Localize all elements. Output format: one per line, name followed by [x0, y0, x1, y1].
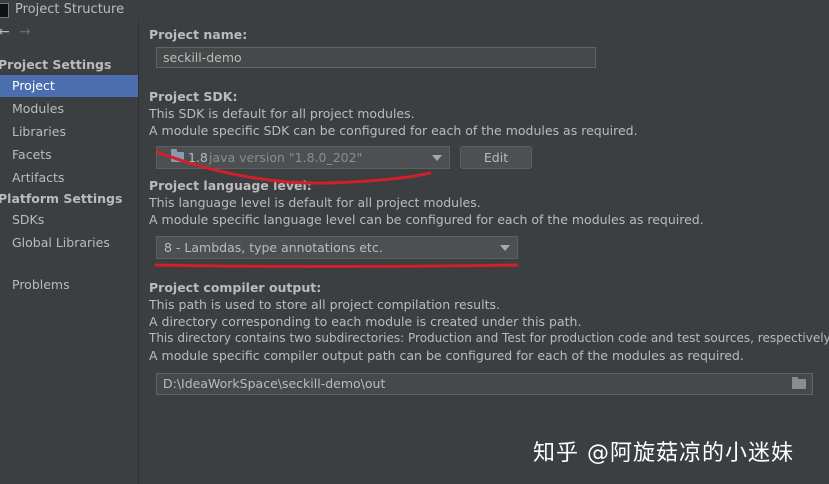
compiler-output-desc-4: A module specific compiler output path c… — [149, 348, 744, 363]
sdk-folder-icon — [171, 149, 184, 162]
compiler-output-desc-3: This directory contains two subdirectori… — [149, 331, 829, 345]
sidebar-item-label: SDKs — [12, 212, 45, 227]
compiler-output-path-input[interactable]: D:\IdeaWorkSpace\seckill-demo\out — [156, 373, 813, 395]
project-name-input[interactable]: seckill-demo — [156, 47, 596, 68]
platform-settings-header: Platform Settings — [0, 191, 123, 206]
sidebar-item-label: Libraries — [12, 124, 66, 139]
window-title: Project Structure — [15, 2, 125, 17]
language-level-value: 8 - Lambdas, type annotations etc. — [164, 240, 383, 255]
sidebar-item-problems[interactable]: Problems — [0, 274, 138, 296]
language-level-desc-1: This language level is default for all p… — [149, 195, 481, 210]
sdk-name: 1.8 — [188, 150, 208, 165]
project-sdk-label: Project SDK: — [149, 89, 238, 104]
project-settings-header: Project Settings — [0, 57, 112, 72]
sidebar-item-label: Project — [12, 78, 55, 93]
sidebar-item-global-libraries[interactable]: Global Libraries — [0, 232, 138, 254]
browse-folder-icon[interactable] — [792, 377, 806, 389]
sidebar-item-label: Artifacts — [12, 170, 65, 185]
project-sdk-dropdown[interactable]: 1.8 java version "1.8.0_202" — [156, 146, 450, 169]
compiler-output-desc-2: A directory corresponding to each module… — [149, 314, 582, 329]
project-sdk-desc-2: A module specific SDK can be configured … — [149, 123, 638, 138]
compiler-output-path: D:\IdeaWorkSpace\seckill-demo\out — [163, 376, 386, 391]
compiler-output-desc-1: This path is used to store all project c… — [149, 297, 500, 312]
forward-arrow-icon[interactable]: → — [19, 24, 31, 40]
sidebar-item-artifacts[interactable]: Artifacts — [0, 167, 138, 189]
project-sdk-desc-1: This SDK is default for all project modu… — [149, 106, 415, 121]
sidebar-item-label: Problems — [12, 277, 70, 292]
back-arrow-icon[interactable]: ← — [0, 24, 10, 40]
sidebar-item-sdks[interactable]: SDKs — [0, 209, 138, 231]
project-settings-panel: Project name: seckill-demo Project SDK: … — [139, 20, 829, 484]
language-level-label: Project language level: — [149, 178, 312, 193]
edit-sdk-button[interactable]: Edit — [460, 146, 532, 169]
title-bar: Project Structure — [0, 0, 829, 20]
chevron-down-icon — [432, 155, 442, 161]
sidebar-item-project[interactable]: Project — [0, 75, 138, 97]
sidebar-item-modules[interactable]: Modules — [0, 98, 138, 120]
zhihu-watermark: 知乎 @阿旋菇凉的小迷妹 — [533, 441, 794, 466]
sidebar-item-label: Global Libraries — [12, 235, 110, 250]
nav-toolbar: ← → — [0, 24, 138, 44]
intellij-app-icon — [0, 3, 9, 18]
sdk-version: java version "1.8.0_202" — [209, 150, 363, 165]
language-level-desc-2: A module specific language level can be … — [149, 212, 704, 227]
sidebar-item-facets[interactable]: Facets — [0, 144, 138, 166]
sidebar-item-label: Modules — [12, 101, 64, 116]
sidebar: ← → Project Settings Project Modules Lib… — [0, 20, 139, 484]
project-name-label: Project name: — [149, 27, 248, 42]
chevron-down-icon — [500, 245, 510, 251]
language-level-dropdown[interactable]: 8 - Lambdas, type annotations etc. — [156, 236, 518, 259]
compiler-output-label: Project compiler output: — [149, 280, 322, 295]
sidebar-item-label: Facets — [12, 147, 52, 162]
sidebar-item-libraries[interactable]: Libraries — [0, 121, 138, 143]
